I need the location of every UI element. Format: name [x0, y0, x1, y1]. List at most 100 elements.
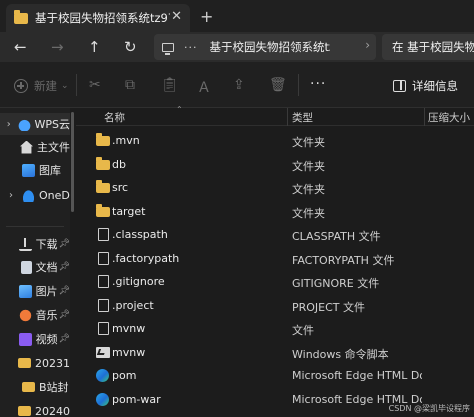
this-pc-icon: [162, 42, 174, 55]
download-icon: [18, 237, 32, 251]
list-item[interactable]: db 文件夹: [76, 153, 474, 177]
details-button[interactable]: 详细信息: [393, 78, 458, 94]
sidebar-item-label: OneD: [39, 188, 70, 202]
list-item[interactable]: .project PROJECT 文件: [76, 294, 474, 318]
sidebar-item-folder-20231[interactable]: 20231: [0, 352, 70, 374]
sidebar-item-pictures[interactable]: 图片 📌︎: [0, 280, 70, 302]
column-divider[interactable]: [424, 108, 425, 126]
close-tab-icon[interactable]: ✕: [171, 9, 182, 24]
breadcrumb[interactable]: ··· 基于校园失物招领系统tz9 ›: [154, 34, 376, 60]
more-options-icon[interactable]: ···: [310, 76, 326, 92]
file-type: GITIGNORE 文件: [292, 277, 380, 290]
sidebar-item-label: 文档: [35, 261, 58, 274]
sidebar-item-label: 图片: [35, 285, 58, 298]
file-name: target: [112, 204, 146, 218]
sidebar-item-documents[interactable]: 文档 📌︎: [0, 256, 70, 278]
file-name: mvnw: [112, 345, 146, 359]
divider: [76, 74, 77, 96]
forward-arrow-icon[interactable]: →: [51, 38, 64, 56]
scrollbar-thumb[interactable]: [71, 112, 74, 212]
file-name: src: [112, 181, 129, 194]
list-item[interactable]: pom Microsoft Edge HTML Docu...: [76, 364, 474, 388]
paste-icon[interactable]: 📋︎: [161, 77, 179, 93]
column-name[interactable]: 名称: [104, 110, 125, 125]
folder-icon: [96, 203, 110, 217]
file-type: 文件夹: [292, 206, 325, 220]
sidebar-scrollbar[interactable]: [70, 108, 75, 417]
details-label: 详细信息: [412, 79, 458, 93]
back-arrow-icon[interactable]: ←: [14, 38, 27, 56]
list-item[interactable]: .classpath CLASSPATH 文件: [76, 223, 474, 247]
sidebar-item-onedrive[interactable]: › OneD: [0, 184, 70, 206]
folder-icon: [18, 358, 31, 368]
sidebar-item-label: 主文件: [37, 141, 70, 154]
search-input[interactable]: 在 基于校园失物招领: [382, 34, 474, 60]
list-item[interactable]: mvnw 文件: [76, 317, 474, 341]
pin-icon[interactable]: 📌︎: [59, 239, 70, 249]
list-item[interactable]: .mvn 文件夹: [76, 129, 474, 153]
chevron-right-icon[interactable]: ›: [4, 190, 18, 201]
list-item[interactable]: src 文件夹: [76, 176, 474, 200]
list-item[interactable]: mvnw Windows 命令脚本: [76, 341, 474, 365]
column-header: ⌃ 名称 类型 压缩大小: [76, 105, 474, 126]
sidebar-item-label: 音乐: [35, 309, 58, 322]
divider: [298, 74, 299, 96]
sidebar-item-downloads[interactable]: 下载 📌︎: [0, 233, 70, 255]
sidebar-item-label: 20231: [35, 356, 70, 370]
list-item[interactable]: target 文件夹: [76, 200, 474, 224]
sidebar-item-folder-bilibili[interactable]: B站封: [0, 376, 70, 398]
file-name: .classpath: [112, 228, 168, 241]
picture-icon: [18, 284, 32, 298]
new-label: 新建: [34, 79, 57, 93]
column-type[interactable]: 类型: [292, 110, 313, 125]
refresh-icon[interactable]: ↻: [124, 38, 137, 56]
title-bar: 基于校园失物招领系统tz973 ✕ +: [0, 0, 474, 32]
tab-active[interactable]: 基于校园失物招领系统tz973 ✕: [6, 4, 190, 32]
plus-icon: [14, 79, 28, 93]
sidebar-item-music[interactable]: 音乐 📌︎: [0, 304, 70, 326]
up-arrow-icon[interactable]: ↑: [88, 38, 101, 56]
rename-icon[interactable]: Ａ: [197, 77, 211, 97]
new-button[interactable]: 新建 ⌄: [14, 78, 69, 94]
pin-icon[interactable]: 📌︎: [59, 262, 70, 272]
sidebar-item-videos[interactable]: 视频 📌︎: [0, 328, 70, 350]
file-list: ⌃ 名称 类型 压缩大小 .mvn 文件夹 db 文件夹 src 文件夹 tar…: [76, 105, 474, 417]
sidebar-item-folder-20240[interactable]: 20240: [0, 400, 70, 417]
new-tab-button[interactable]: +: [200, 7, 213, 26]
file-icon: [98, 251, 109, 265]
chevron-right-icon[interactable]: ›: [365, 38, 370, 52]
pin-icon[interactable]: 📌︎: [59, 334, 70, 344]
watermark: CSDN @梁凯毕设程序: [388, 404, 470, 413]
cut-icon[interactable]: ✂: [89, 77, 101, 93]
list-item[interactable]: .factorypath FACTORYPATH 文件: [76, 247, 474, 271]
navigation-pane: › WPS云 主文件 图库 › OneD 下载 📌︎ 文档 📌︎ 图片 📌︎ 音…: [0, 108, 70, 417]
file-name: .mvn: [112, 134, 140, 147]
delete-icon[interactable]: 🗑︎: [269, 77, 287, 93]
file-icon: [98, 228, 109, 241]
folder-icon: [96, 156, 110, 170]
file-type: 文件夹: [292, 136, 325, 149]
copy-icon[interactable]: ⧉: [125, 77, 135, 93]
sidebar-item-home[interactable]: 主文件: [0, 136, 70, 158]
file-icon: [98, 275, 109, 288]
list-item[interactable]: .gitignore GITIGNORE 文件: [76, 270, 474, 294]
sidebar-item-wps-cloud[interactable]: › WPS云: [0, 113, 70, 135]
pin-icon[interactable]: 📌︎: [59, 286, 70, 296]
file-name: .factorypath: [112, 251, 180, 265]
folder-icon: [22, 382, 35, 392]
cmd-script-icon: [96, 346, 110, 358]
path-text[interactable]: 基于校园失物招领系统tz9: [210, 39, 330, 55]
share-icon[interactable]: ⇪: [233, 77, 245, 93]
more-path-icon[interactable]: ···: [184, 41, 198, 54]
folder-icon: [96, 133, 110, 146]
file-type: 文件夹: [292, 183, 325, 196]
file-name: db: [112, 157, 126, 171]
chevron-right-icon[interactable]: ›: [4, 119, 14, 130]
divider: [6, 226, 64, 227]
sidebar-item-gallery[interactable]: 图库: [0, 159, 70, 181]
wps-cloud-icon: [17, 117, 31, 131]
pin-icon[interactable]: 📌︎: [59, 310, 70, 320]
column-divider[interactable]: [287, 108, 288, 126]
file-type: 文件: [292, 324, 314, 337]
column-compressed-size[interactable]: 压缩大小: [428, 110, 470, 125]
